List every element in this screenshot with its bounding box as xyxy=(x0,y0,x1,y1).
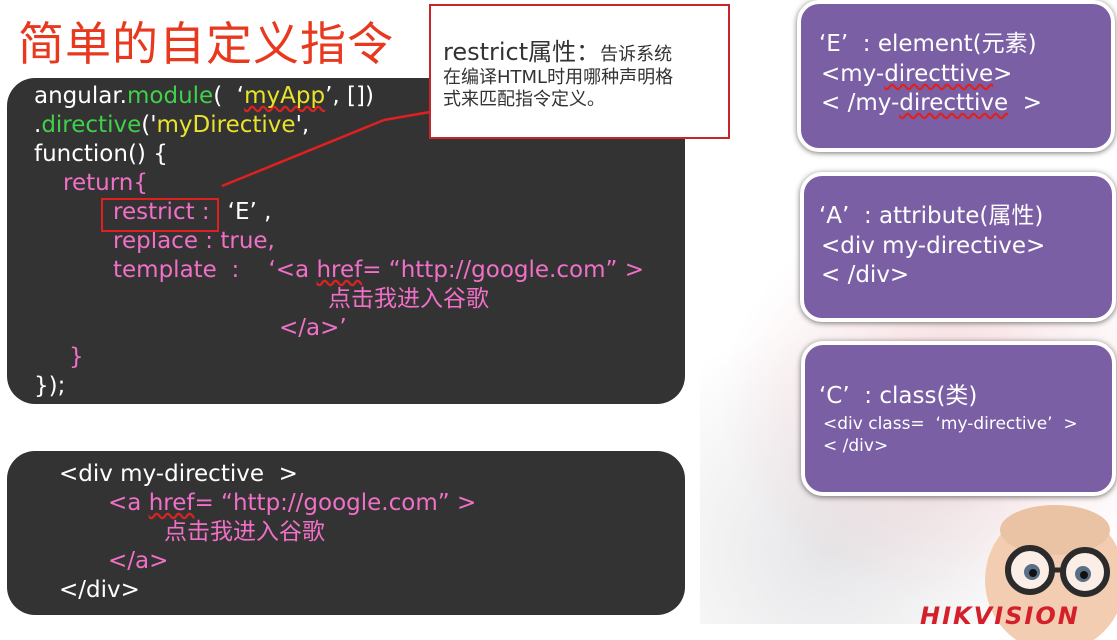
hikvision-logo: HIKVISION xyxy=(920,602,1080,630)
code-line-11: }); xyxy=(34,373,66,399)
usage-line-3: 点击我进入谷歌 xyxy=(164,519,325,545)
attribute-card-open-tag: <div my-directive> xyxy=(821,233,1046,259)
restrict-type-element-card: ‘E’ : element(元素) <my-directtive> < /my-… xyxy=(797,0,1115,152)
usage-line-4: </a> xyxy=(108,548,169,574)
attribute-card-close-tag: < /div> xyxy=(821,262,910,288)
code-line-7: template : ‘<a href= “http://google.com”… xyxy=(113,257,644,283)
code-line-3: function() { xyxy=(34,141,168,167)
html-usage-code-block: <div my-directive > <a href= “http://goo… xyxy=(7,451,685,615)
restrict-callout: restrict属性：告诉系统 在编译HTML时用哪种声明格 式来匹配指令定义。 xyxy=(429,4,730,139)
element-card-title: ‘E’ : element(元素) xyxy=(819,31,1037,57)
code-line-2: .directive('myDirective', xyxy=(34,112,310,138)
attribute-card-title: ‘A’ : attribute(属性) xyxy=(819,203,1044,229)
callout-line-2: 在编译HTML时用哪种声明格 xyxy=(443,67,674,88)
callout-line-3: 式来匹配指令定义。 xyxy=(443,89,605,110)
restrict-type-class-card: ‘C’ : class(类) <div class= ‘my-directive… xyxy=(801,341,1116,496)
code-line-10: } xyxy=(69,344,84,370)
slide-title: 简单的自定义指令 xyxy=(18,17,394,71)
element-card-open-tag: <my-directtive> xyxy=(821,61,1013,87)
class-card-title: ‘C’ : class(类) xyxy=(819,383,978,409)
code-line-8: 点击我进入谷歌 xyxy=(328,286,489,312)
callout-heading: restrict属性：告诉系统 xyxy=(443,38,673,66)
usage-line-5: </div> xyxy=(59,577,140,603)
code-line-9: </a>’ xyxy=(279,315,347,341)
restrict-highlight-box xyxy=(101,198,219,232)
code-line-4: return{ xyxy=(63,170,148,196)
usage-line-1: <div my-directive > xyxy=(59,461,298,487)
restrict-type-attribute-card: ‘A’ : attribute(属性) <div my-directive> <… xyxy=(800,172,1116,322)
code-line-1: angular.module( ‘myApp’, []) xyxy=(34,83,374,109)
usage-line-2: <a href= “http://google.com” > xyxy=(108,490,477,516)
element-card-close-tag: < /my-directtive > xyxy=(821,90,1043,116)
class-card-open-tag: <div class= ‘my-directive’ > xyxy=(823,414,1078,434)
class-card-close-tag: < /div> xyxy=(823,436,889,456)
